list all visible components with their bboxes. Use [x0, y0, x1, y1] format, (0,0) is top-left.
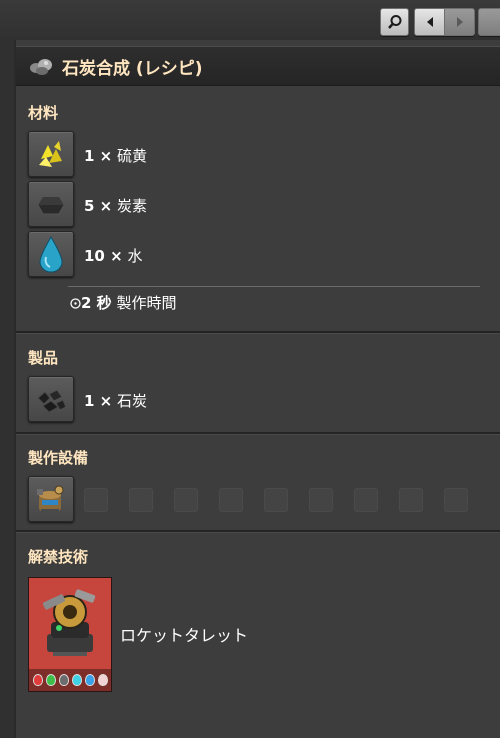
water-icon [39, 236, 63, 273]
section-divider [16, 530, 500, 533]
white-science-flask-icon [97, 674, 108, 686]
product-count: 1 × [84, 392, 113, 410]
ingredient-name: 硫黄 [117, 147, 148, 165]
section-divider [16, 331, 500, 334]
green-science-flask-icon [45, 674, 56, 686]
back-button[interactable] [414, 8, 445, 36]
machine-empty-slot [309, 488, 333, 512]
chemical-plant-icon [37, 485, 64, 513]
machine-empty-slot [399, 488, 423, 512]
machine-empty-slot [129, 488, 153, 512]
machine-empty-slot [174, 488, 198, 512]
carbon-icon [37, 196, 65, 215]
machine-empty-slot [219, 488, 243, 512]
recipe-title-bar: 石炭合成 (レシピ) [16, 46, 500, 86]
ingredient-slot-sulfur[interactable] [28, 131, 74, 177]
ingredient-carbon-text: 5 × 炭素 [84, 195, 147, 216]
top-toolbar [0, 0, 500, 40]
ingredient-name: 水 [127, 247, 143, 265]
machine-empty-slot [84, 488, 108, 512]
product-slot-coal[interactable] [28, 376, 74, 422]
machines-heading: 製作設備 [28, 449, 89, 467]
ingredient-sulfur-text: 1 × 硫黄 [84, 145, 147, 166]
machine-empty-slot [354, 488, 378, 512]
ingredient-name: 炭素 [117, 197, 148, 215]
coal-icon [37, 389, 67, 413]
ingredient-slot-water[interactable] [28, 231, 74, 277]
machine-empty-slot [444, 488, 468, 512]
search-icon [387, 15, 401, 29]
ingredient-water-text: 10 × 水 [84, 245, 142, 266]
search-button[interactable] [380, 8, 409, 36]
ingredient-slot-carbon[interactable] [28, 181, 74, 227]
product-name: 石炭 [117, 392, 148, 410]
section-divider [16, 432, 500, 435]
time-separator [68, 286, 480, 287]
forward-button[interactable] [444, 8, 475, 36]
cyan-science-flask-icon [84, 674, 95, 686]
crafting-time-label: 製作時間 [116, 294, 177, 312]
tech-name: ロケットタレット [120, 626, 249, 645]
arrow-left-icon [426, 17, 433, 27]
clock-icon [70, 298, 81, 309]
coal-liquefaction-icon [30, 59, 52, 75]
product-coal-text: 1 × 石炭 [84, 390, 147, 411]
crafting-time: 2 秒 製作時間 [70, 292, 176, 313]
machine-slot-chemical-plant[interactable] [28, 476, 74, 522]
blue-science-flask-icon [71, 674, 82, 686]
machine-empty-slot [264, 488, 288, 512]
products-heading: 製品 [28, 349, 59, 367]
arrow-right-icon [456, 17, 463, 27]
sulfur-icon [39, 141, 62, 167]
gray-science-flask-icon [58, 674, 69, 686]
ingredient-count: 5 × [84, 197, 113, 215]
toolbar-extra-button[interactable] [478, 8, 500, 36]
crafting-time-value: 2 秒 [81, 294, 112, 312]
recipe-title: 石炭合成 (レシピ) [62, 58, 203, 79]
tech-card-rocket-turret[interactable] [28, 577, 112, 692]
ingredient-count: 10 × [84, 247, 123, 265]
unlock-heading: 解禁技術 [28, 548, 89, 566]
rocket-turret-icon [42, 589, 96, 656]
left-strip [0, 40, 14, 738]
ingredients-heading: 材料 [28, 104, 59, 122]
ingredient-count: 1 × [84, 147, 113, 165]
science-pack-row [29, 669, 111, 691]
red-science-flask-icon [32, 674, 43, 686]
